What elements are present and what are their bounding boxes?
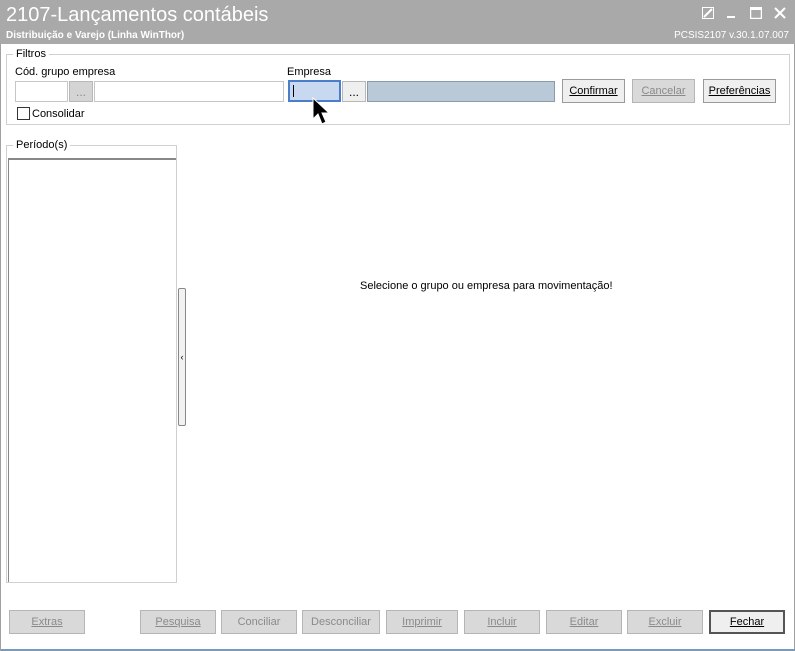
conciliar-button[interactable]: Conciliar [221,610,297,634]
main-frame: Filtros Cód. grupo empresa ... Empresa .… [0,44,795,651]
extras-button[interactable]: Extras [9,610,85,634]
periods-legend: Período(s) [13,139,71,151]
footer-toolbar: Extras Pesquisa Conciliar Desconciliar I… [1,606,794,644]
group-code-input[interactable] [15,81,68,102]
minimize-icon[interactable] [721,3,743,23]
title-bar: 2107-Lançamentos contábeis Distribuição … [0,0,795,44]
editar-button[interactable]: Editar [546,610,622,634]
text-caret [293,85,294,97]
filters-group: Filtros Cód. grupo empresa ... Empresa .… [6,48,790,125]
periods-group: Período(s) [6,139,177,583]
desconciliar-button[interactable]: Desconciliar [302,610,380,634]
consolidar-label: Consolidar [32,108,85,120]
window-title: 2107-Lançamentos contábeis [6,4,269,26]
excluir-button[interactable]: Excluir [627,610,703,634]
preferences-button[interactable]: Preferências [703,79,776,103]
empty-state-message: Selecione o grupo ou empresa para movime… [360,280,613,292]
window-subtitle: Distribuição e Varejo (Linha WinThor) [6,30,185,41]
group-lookup-button[interactable]: ... [69,81,93,102]
fechar-button[interactable]: Fechar [709,610,785,634]
empresa-label: Empresa [287,66,332,78]
filters-legend: Filtros [13,48,49,60]
incluir-button[interactable]: Incluir [464,610,540,634]
maximize-icon[interactable] [745,3,767,23]
empresa-description-field [367,81,555,102]
version-label: PCSIS2107 v.30.1.07.007 [674,30,789,41]
periods-list[interactable] [8,158,176,582]
group-description-field [94,81,284,102]
empresa-lookup-button[interactable]: ... [342,81,366,102]
mouse-pointer-icon [312,97,331,125]
cancel-button[interactable]: Cancelar [632,79,695,103]
close-icon[interactable] [769,3,791,23]
group-code-label: Cód. grupo empresa [15,66,116,78]
window-controls [697,3,791,23]
consolidar-checkbox[interactable] [17,107,30,120]
chevron-left-icon: ‹ [180,352,184,362]
pesquisa-button[interactable]: Pesquisa [140,610,216,634]
panel-collapse-handle[interactable]: ‹ [178,288,186,426]
restore-icon[interactable] [697,3,719,23]
confirm-button[interactable]: Confirmar [562,79,625,103]
imprimir-button[interactable]: Imprimir [386,610,458,634]
